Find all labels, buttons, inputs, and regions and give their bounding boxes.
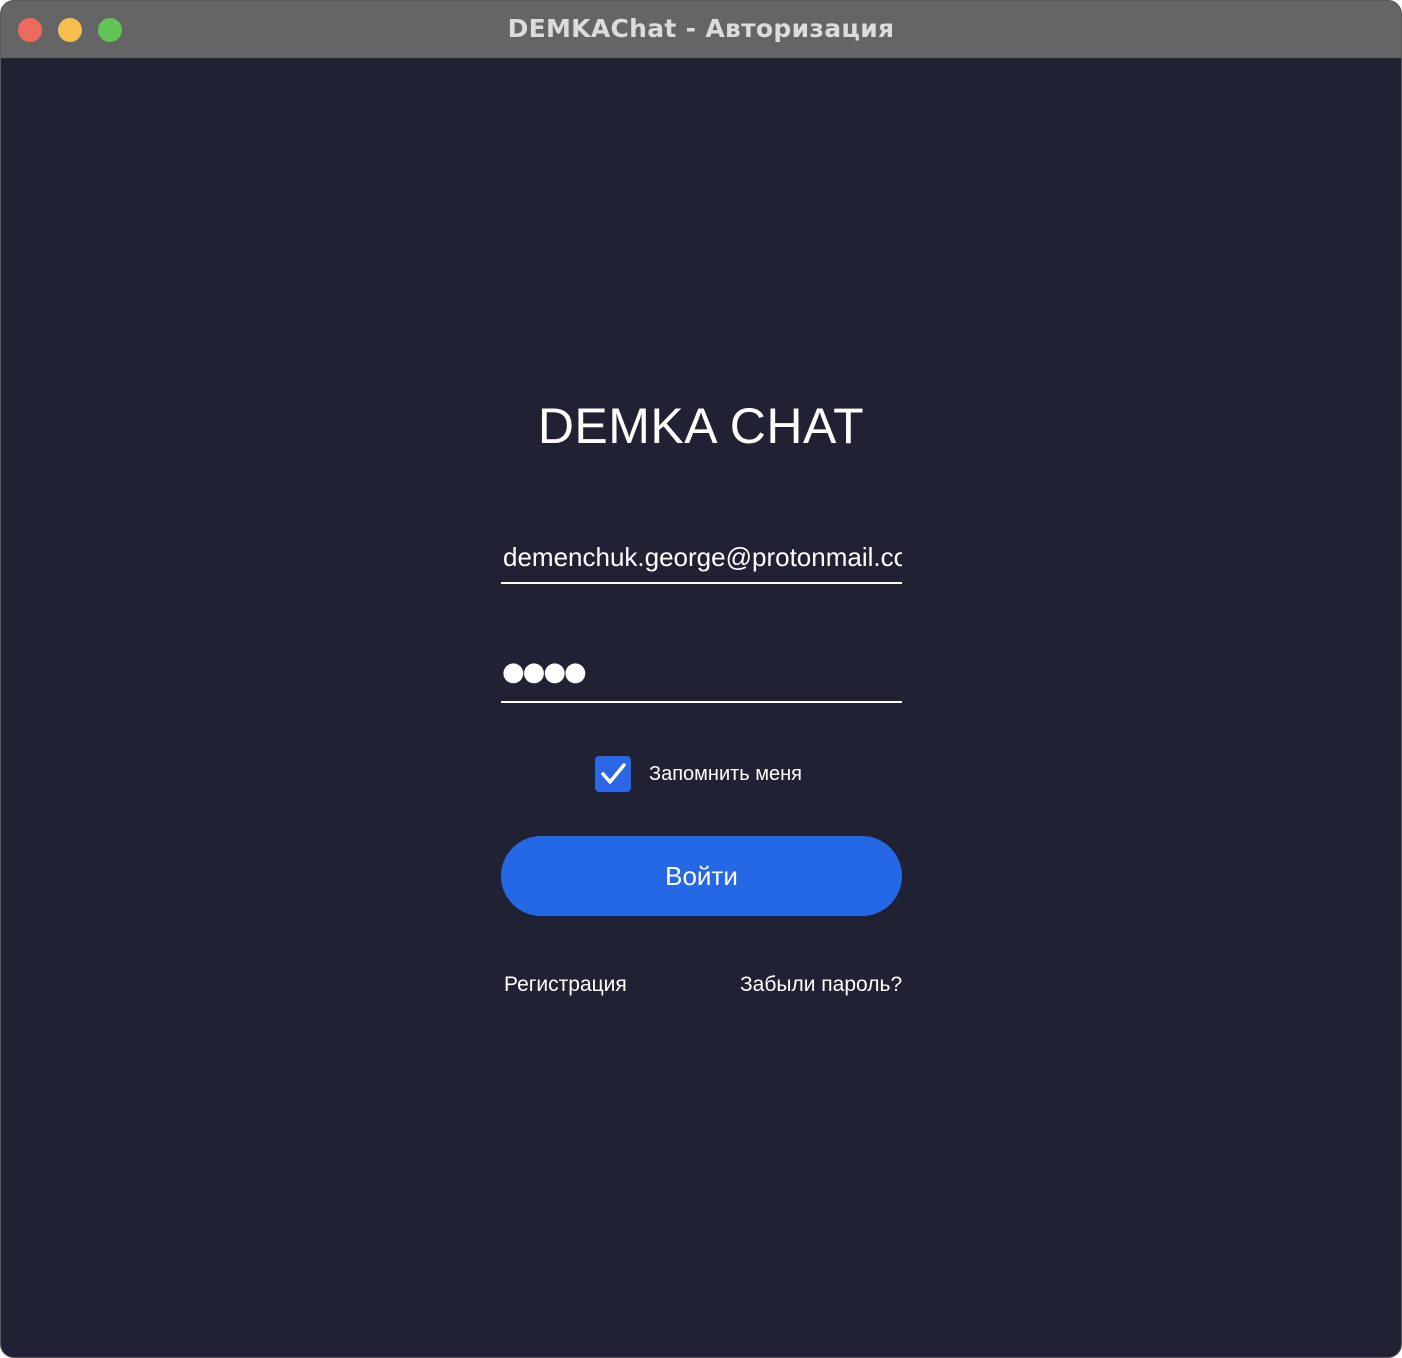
remember-me[interactable]: Запомнить меня	[595, 756, 802, 792]
checkmark-icon	[601, 763, 626, 784]
remember-me-label: Запомнить меня	[649, 762, 803, 785]
login-form: DEMKA CHAT demenchuk.george@protonmail.c…	[1, 59, 1401, 1357]
title-bar[interactable]: DEMKAChat - Авторизация	[1, 1, 1401, 59]
app-title: DEMKA CHAT	[537, 398, 865, 454]
password-value: ●●●●	[502, 657, 587, 687]
password-field[interactable]: ●●●●	[501, 651, 902, 703]
forgot-password-link[interactable]: Забыли пароль?	[740, 973, 902, 997]
app-window: DEMKAChat - Авторизация DEMKA CHAT demen…	[0, 0, 1402, 1358]
email-value: demenchuk.george@protonmail.com	[503, 542, 902, 572]
email-field[interactable]: demenchuk.george@protonmail.com	[501, 537, 902, 584]
register-link[interactable]: Регистрация	[504, 973, 627, 997]
remember-me-checkbox[interactable]	[595, 756, 631, 792]
login-button[interactable]: Войти	[501, 836, 902, 916]
window-title: DEMKAChat - Авторизация	[507, 14, 895, 43]
